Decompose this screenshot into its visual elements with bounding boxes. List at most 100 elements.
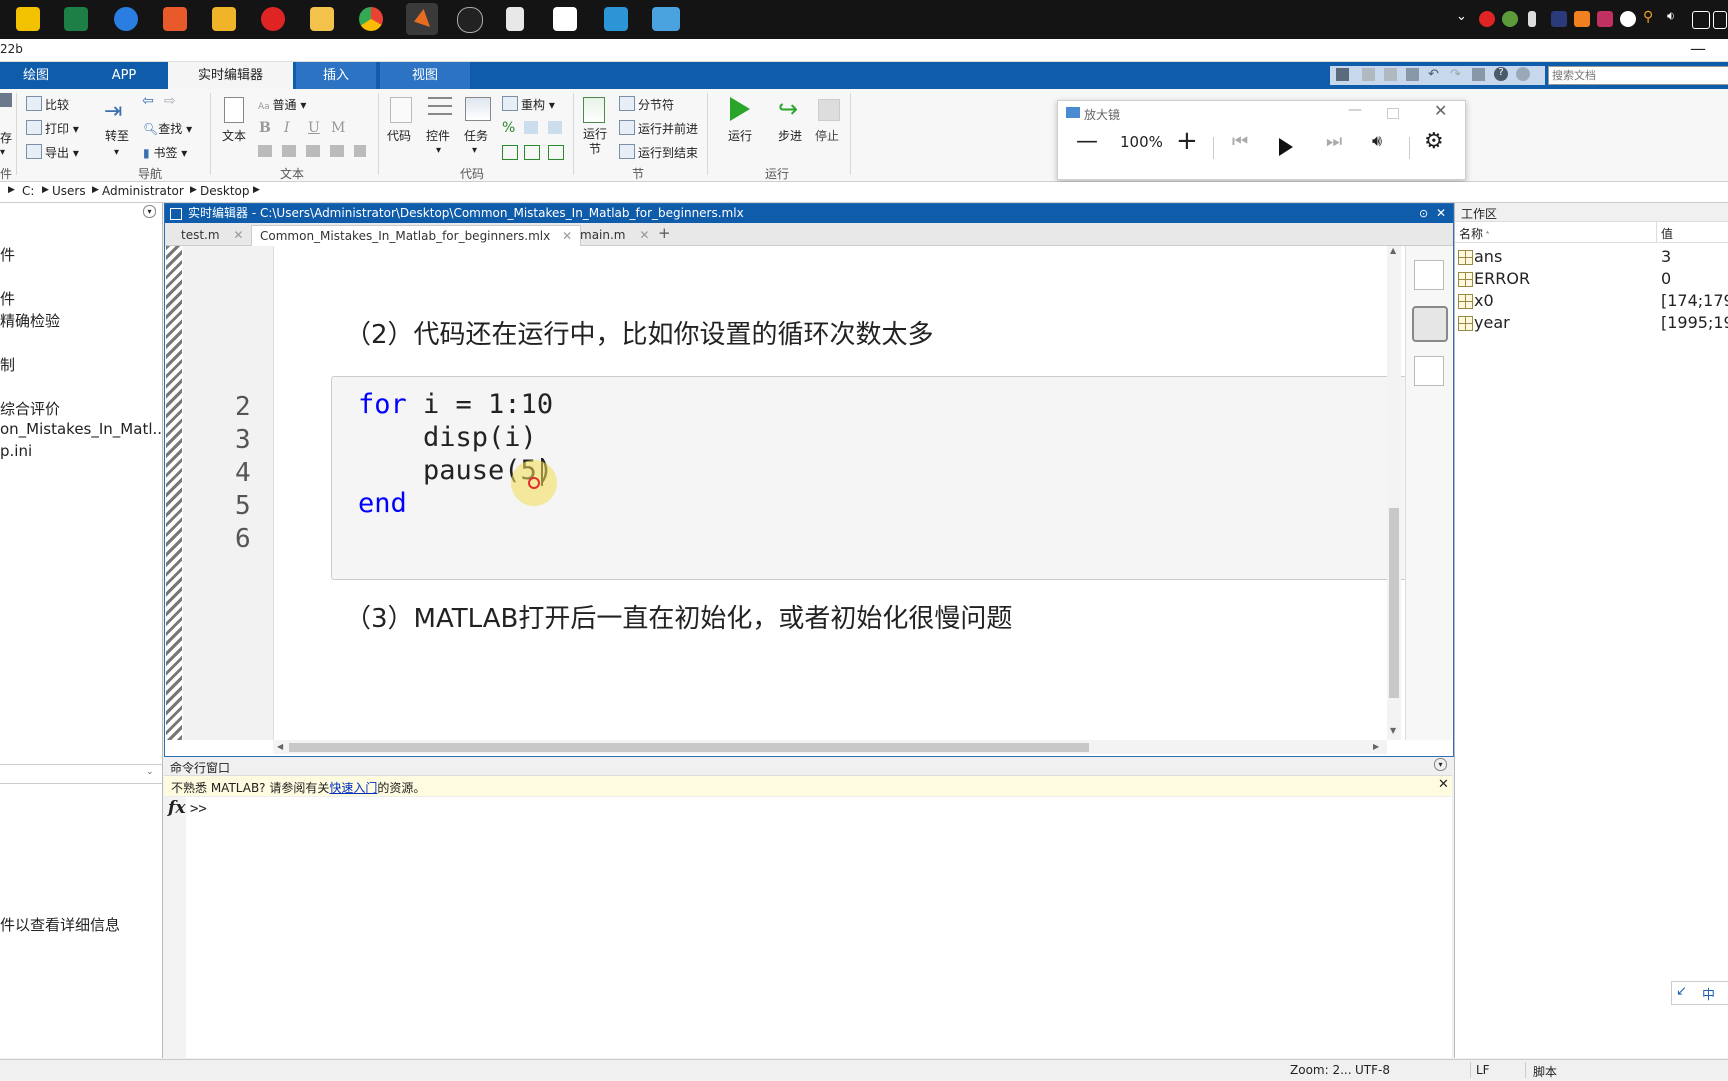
column-value[interactable]: 值: [1661, 225, 1673, 242]
close-icon[interactable]: ✕: [639, 228, 649, 242]
table-row[interactable]: x0 [174;179;: [1455, 291, 1728, 313]
tab-view[interactable]: 视图: [380, 62, 470, 89]
forward-arrow-icon[interactable]: ⇨: [164, 93, 176, 109]
refactor-button[interactable]: 重构 ▾: [502, 96, 555, 113]
search-icon[interactable]: ⚲: [1643, 9, 1659, 25]
play-icon[interactable]: [1279, 138, 1293, 156]
tab-test-m[interactable]: test.m ✕: [173, 225, 251, 245]
list-item[interactable]: 制: [0, 354, 15, 375]
table-row[interactable]: ERROR 0: [1455, 269, 1728, 291]
new-tab-button[interactable]: +: [658, 224, 671, 242]
export-button[interactable]: 导出 ▾: [26, 144, 79, 161]
section-break-button[interactable]: 分节符: [619, 96, 674, 113]
matlab-icon[interactable]: [406, 3, 438, 35]
table-row[interactable]: ans 3: [1455, 247, 1728, 269]
tab-common-mistakes[interactable]: Common_Mistakes_In_Matlab_for_beginners.…: [251, 225, 582, 246]
code-line-for[interactable]: for i = 1:10: [358, 389, 553, 420]
tray-app3-icon[interactable]: [1597, 11, 1613, 27]
undo-icon[interactable]: ↶: [1428, 67, 1439, 82]
style-dropdown[interactable]: Aa 普通 ▾: [258, 96, 306, 113]
copy-icon[interactable]: [1384, 68, 1397, 81]
zoom-out-button[interactable]: —: [1076, 129, 1098, 154]
chevron-down-icon[interactable]: ▾: [0, 147, 5, 158]
tab-main-m[interactable]: main.m ✕: [572, 225, 657, 245]
close-button[interactable]: ✕: [1434, 101, 1447, 120]
underline-button[interactable]: U: [308, 120, 320, 136]
previous-icon[interactable]: ⏮︎: [1232, 131, 1248, 152]
compare-button[interactable]: 比较: [26, 96, 69, 113]
run-button[interactable]: 运行: [728, 127, 752, 144]
code-block[interactable]: for i = 1:10 disp(i) pause(5) end: [331, 376, 1443, 580]
document-icon[interactable]: [506, 7, 524, 31]
back-arrow-icon[interactable]: ⇦: [142, 93, 154, 109]
control-button[interactable]: 控件: [426, 127, 450, 144]
tab-plot[interactable]: 绘图: [0, 62, 72, 89]
record-icon[interactable]: [1479, 11, 1495, 27]
ime-indicator[interactable]: ↙ 中: [1671, 981, 1728, 1005]
chevron-right-icon[interactable]: ▶: [92, 185, 99, 195]
horizontal-scrollbar[interactable]: ◀ ▶: [273, 740, 1387, 754]
next-icon[interactable]: ⏭︎: [1326, 131, 1342, 152]
pane-menu-icon[interactable]: ▾: [143, 205, 156, 218]
list-item[interactable]: p.ini: [0, 442, 32, 460]
baidu-netdisk-icon[interactable]: [553, 7, 577, 31]
tray-app2-icon[interactable]: [1574, 11, 1590, 27]
quick-start-link[interactable]: 快速入门: [329, 781, 377, 795]
output-inline-icon[interactable]: [1412, 306, 1448, 342]
step-button[interactable]: 步进: [778, 127, 802, 144]
decrease-indent-icon[interactable]: [524, 145, 540, 160]
sogou-icon[interactable]: [114, 7, 138, 31]
chevron-down-icon[interactable]: ▾: [114, 147, 119, 158]
wechat-icon[interactable]: [1502, 11, 1518, 27]
save-label[interactable]: 存: [0, 129, 12, 146]
save-icon[interactable]: [1336, 68, 1349, 81]
stop-button[interactable]: 停止: [815, 127, 839, 144]
breadcrumb-users[interactable]: Users: [52, 184, 86, 198]
excel-icon[interactable]: [64, 7, 88, 31]
list-item[interactable]: 精确检验: [0, 310, 60, 331]
column-name[interactable]: 名称 ˄: [1459, 225, 1490, 242]
command-prompt[interactable]: >>: [190, 801, 207, 817]
task-button[interactable]: 任务: [464, 127, 488, 144]
close-icon[interactable]: ✕: [233, 228, 243, 242]
tab-live-editor[interactable]: 实时编辑器: [168, 62, 293, 89]
breadcrumb-administrator[interactable]: Administrator: [102, 184, 184, 198]
wrap-comment-icon[interactable]: [548, 121, 562, 134]
chevron-right-icon[interactable]: ▶: [190, 185, 197, 195]
output-right-icon[interactable]: [1414, 260, 1444, 290]
redo-icon[interactable]: ↷: [1450, 67, 1461, 82]
indent-icon[interactable]: [502, 145, 518, 160]
cut-icon[interactable]: [1362, 68, 1375, 81]
tray-app4-icon[interactable]: [1620, 11, 1636, 27]
scroll-up-icon[interactable]: ▲: [1390, 246, 1396, 255]
tab-app[interactable]: APP: [92, 62, 156, 89]
notes-icon[interactable]: [16, 7, 40, 31]
fx-icon[interactable]: fx: [168, 798, 185, 818]
qq-icon[interactable]: [457, 7, 483, 33]
italic-button[interactable]: I: [284, 120, 290, 136]
increase-indent-icon[interactable]: [548, 145, 564, 160]
print-button[interactable]: 打印 ▾: [26, 120, 79, 137]
scroll-down-icon[interactable]: ▼: [1390, 726, 1396, 735]
chevron-up-icon[interactable]: ⌄: [1456, 9, 1472, 25]
breadcrumb-desktop[interactable]: Desktop: [200, 184, 250, 198]
bold-button[interactable]: B: [259, 120, 271, 136]
scroll-left-icon[interactable]: ◀: [277, 742, 283, 751]
run-advance-button[interactable]: 运行并前进: [619, 120, 698, 137]
list-item[interactable]: 件: [0, 288, 15, 309]
chevron-right-icon[interactable]: ▶: [8, 185, 15, 195]
text-button[interactable]: 文本: [222, 127, 246, 144]
scrollbar-thumb[interactable]: [1389, 508, 1399, 698]
list-item[interactable]: 综合评价: [0, 398, 60, 419]
save-icon[interactable]: [0, 93, 12, 107]
read-aloud-icon[interactable]: 🔊︎: [1372, 131, 1382, 151]
run-section-button[interactable]: 运行节: [583, 127, 607, 157]
goto-button[interactable]: 转至: [105, 127, 129, 144]
uncomment-icon[interactable]: [524, 121, 538, 134]
paste-icon[interactable]: [1406, 68, 1419, 81]
chevron-right-icon[interactable]: ▶: [253, 185, 260, 195]
audio-app-icon[interactable]: [163, 7, 187, 31]
code-line-disp[interactable]: disp(i): [358, 422, 537, 453]
bookmark-button[interactable]: ▮ 书签 ▾: [143, 144, 187, 161]
search-docs-input[interactable]: [1548, 66, 1728, 85]
